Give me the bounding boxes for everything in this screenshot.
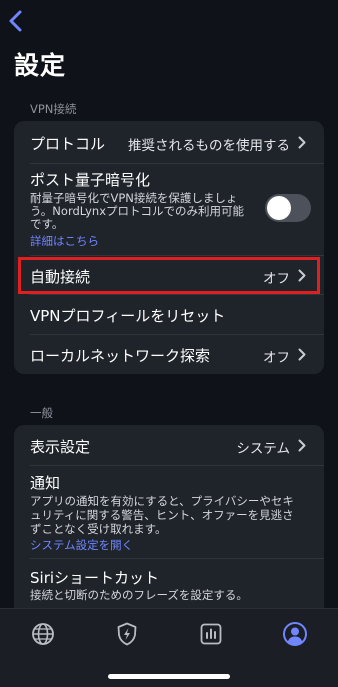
notifications-desc-line2: ュリティに関する警告、ヒント、オファーを見逃さ <box>30 508 294 522</box>
notifications-desc-line3: ずことなく受け取れます。 <box>30 522 167 536</box>
stats-icon <box>200 623 222 645</box>
learn-more-link[interactable]: 詳細はこちら <box>30 233 99 249</box>
post-quantum-desc-line1: 耐量子暗号化でVPN接続を保護しましょ <box>30 191 238 205</box>
chevron-right-icon <box>298 439 306 452</box>
tab-profile[interactable] <box>282 621 308 647</box>
siri-shortcuts-desc: 接続と切断のためのフレーズを設定する。 <box>30 588 248 602</box>
toggle-knob <box>267 196 291 220</box>
notifications-row: 通知 アプリの通知を有効にすると、プライバシーやセキ ュリティに関する警告、ヒン… <box>14 466 324 558</box>
post-quantum-desc-line3: です。 <box>30 217 64 231</box>
shield-bolt-icon <box>117 622 137 646</box>
page-title: 設定 <box>14 51 67 80</box>
reset-vpn-profile-label: VPNプロフィールをリセット <box>30 307 226 325</box>
protocol-value: 推奨されるものを使用する <box>128 138 290 154</box>
back-button[interactable] <box>6 8 26 34</box>
local-network-value: オフ <box>263 350 290 366</box>
chevron-left-icon <box>9 10 22 32</box>
post-quantum-desc-line2: う。NordLynxプロトコルでのみ利用可能 <box>30 204 245 218</box>
post-quantum-row: ポスト量子暗号化 耐量子暗号化でVPN接続を保護しましょ う。NordLynxプ… <box>14 164 324 255</box>
section-header-general: 一般 <box>30 406 53 420</box>
globe-icon <box>32 623 54 645</box>
reset-vpn-profile-row[interactable]: VPNプロフィールをリセット <box>14 295 324 334</box>
siri-shortcuts-label: Siriショートカット <box>30 569 160 587</box>
tab-globe[interactable] <box>30 621 56 647</box>
protocol-label: プロトコル <box>30 135 106 153</box>
siri-shortcuts-row[interactable]: Siriショートカット 接続と切断のためのフレーズを設定する。 <box>14 559 324 609</box>
notifications-desc-line1: アプリの通知を有効にすると、プライバシーやセキ <box>30 494 294 508</box>
open-system-settings-link[interactable]: システム設定を開く <box>30 537 133 553</box>
display-value: システム <box>236 441 290 457</box>
local-network-label: ローカルネットワーク探索 <box>30 347 211 365</box>
section-header-vpn: VPN接続 <box>30 102 77 116</box>
notifications-label: 通知 <box>30 474 61 492</box>
display-label: 表示設定 <box>30 438 91 456</box>
protocol-row[interactable]: プロトコル 推奨されるものを使用する <box>14 121 324 163</box>
chevron-right-icon <box>298 136 306 149</box>
highlight-box <box>18 257 320 294</box>
local-network-row[interactable]: ローカルネットワーク探索 オフ <box>14 335 324 374</box>
tab-stats[interactable] <box>198 621 224 647</box>
chevron-right-icon <box>298 348 306 361</box>
post-quantum-toggle[interactable] <box>265 194 311 222</box>
vpn-settings-card: プロトコル 推奨されるものを使用する ポスト量子暗号化 耐量子暗号化でVPN接続… <box>14 121 324 374</box>
general-settings-card: 表示設定 システム 通知 アプリの通知を有効にすると、プライバシーやセキ ュリテ… <box>14 425 324 625</box>
post-quantum-label: ポスト量子暗号化 <box>30 171 151 189</box>
tab-threat-protection[interactable] <box>114 621 140 647</box>
home-indicator <box>108 674 230 679</box>
profile-icon <box>283 622 307 646</box>
display-row[interactable]: 表示設定 システム <box>14 425 324 465</box>
